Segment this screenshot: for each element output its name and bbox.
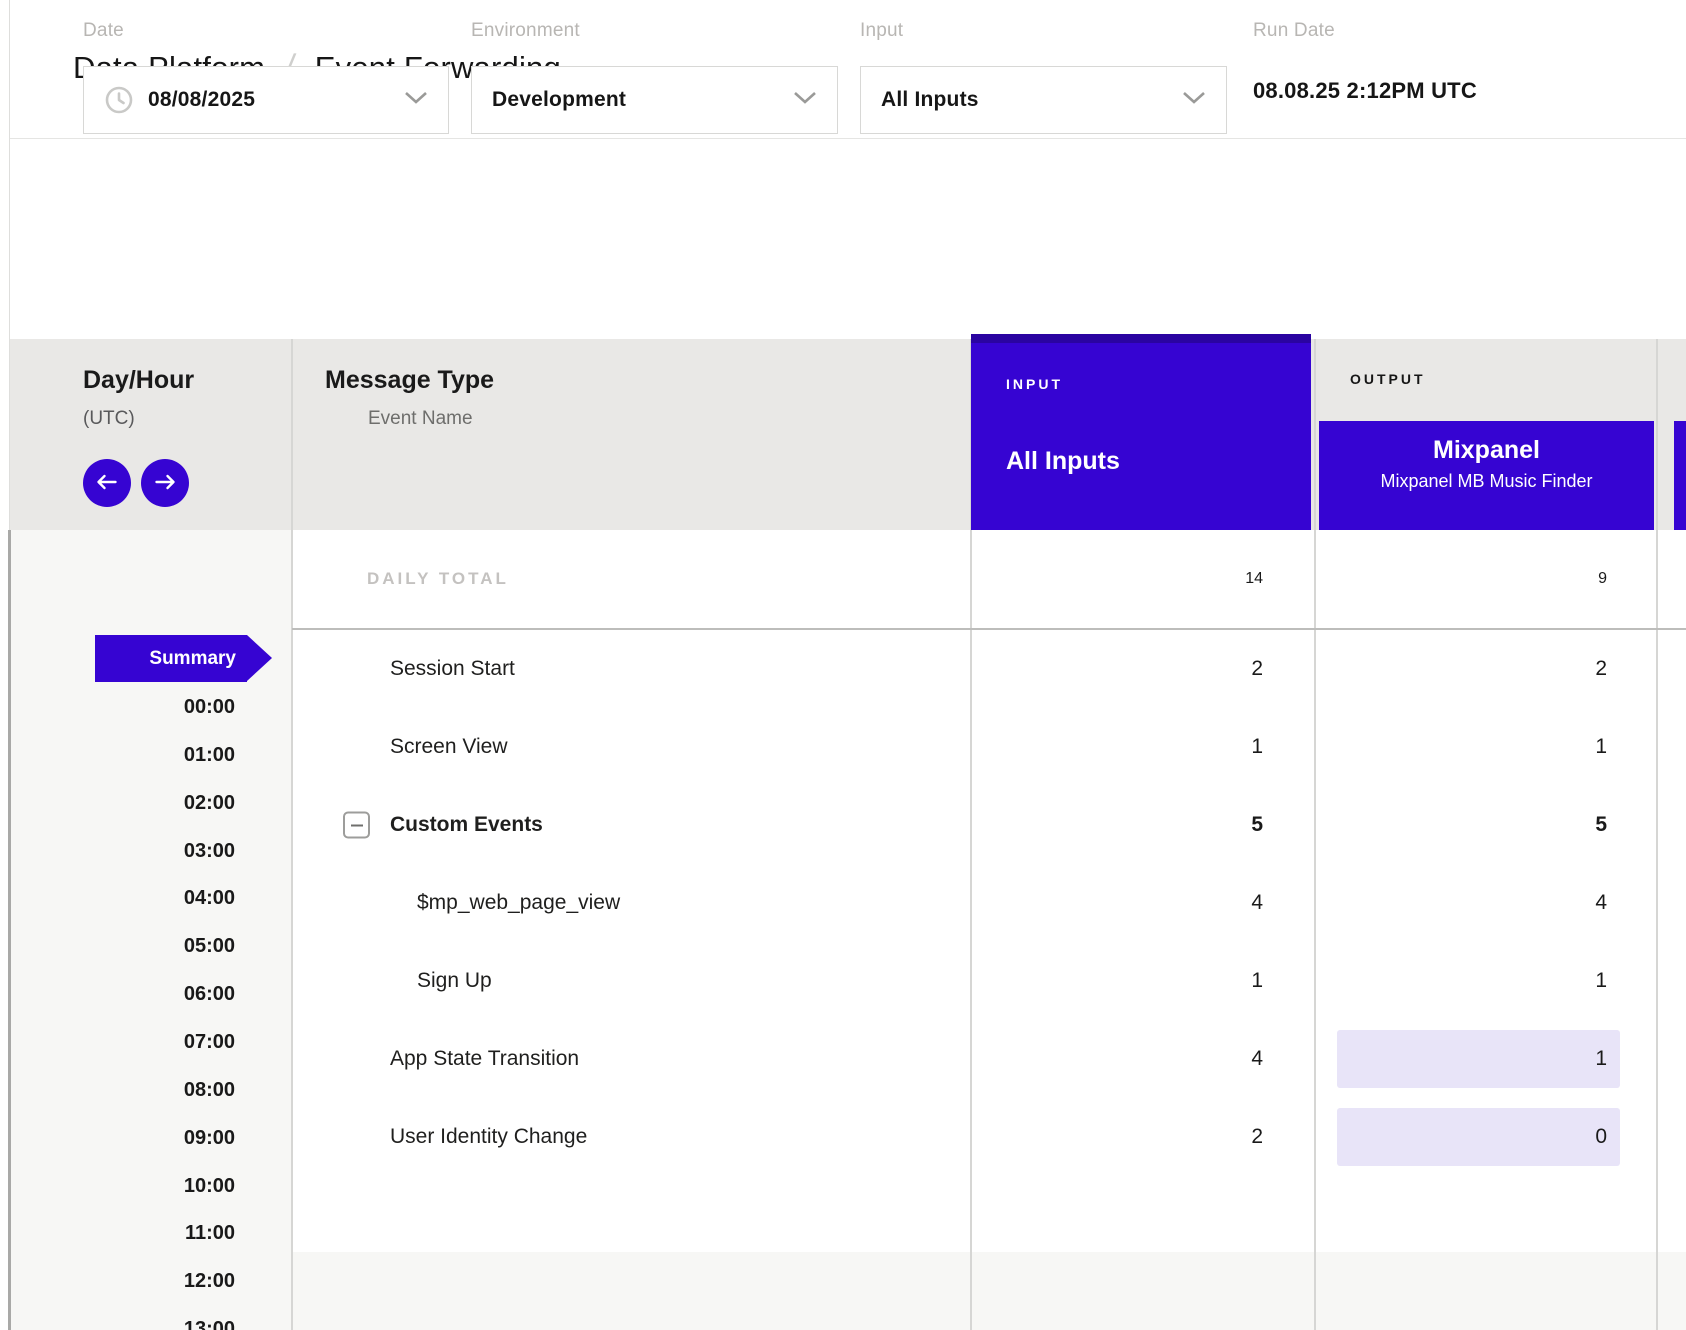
input-column-title: All Inputs <box>1006 447 1120 476</box>
input-filter-label: Input <box>860 20 1227 42</box>
highlighted-count: 1 <box>1337 1030 1620 1088</box>
table-row: Sign Up 11 <box>292 942 1686 1020</box>
event-name-cell: Custom Events <box>292 813 971 837</box>
chevron-down-icon <box>1182 91 1206 109</box>
input-section-label: INPUT <box>1006 376 1063 392</box>
chevron-down-icon <box>793 91 817 109</box>
chevron-down-icon <box>404 91 428 109</box>
day-hour-title: Day/Hour <box>83 366 194 395</box>
daily-total-label: DAILY TOTAL <box>292 569 971 589</box>
date-filter-label: Date <box>83 20 449 42</box>
input-count-cell: 2 <box>971 657 1315 681</box>
output-count-cell: 2 <box>1315 657 1657 681</box>
hour-label[interactable]: 00:00 <box>10 683 235 731</box>
event-name: Custom Events <box>390 813 543 836</box>
environment-value: Development <box>492 88 793 112</box>
timezone-label: (UTC) <box>83 408 135 430</box>
event-name: App State Transition <box>390 1047 579 1070</box>
hour-label[interactable]: 02:00 <box>10 779 235 827</box>
run-date-label: Run Date <box>1253 20 1477 42</box>
event-rows: Session Start22Screen View11Custom Event… <box>292 630 1686 1176</box>
daily-total-output-count: 9 <box>1315 570 1657 588</box>
output-count-cell: 1 <box>1315 735 1657 759</box>
input-count-cell: 4 <box>971 1047 1315 1071</box>
output-count-cell: 1 <box>1315 969 1657 993</box>
date-filter-group: Date 08/08/2025 <box>83 20 449 134</box>
input-filter-group: Input All Inputs <box>860 20 1227 134</box>
collapse-icon[interactable] <box>343 812 370 839</box>
date-value: 08/08/2025 <box>148 88 404 112</box>
hour-label[interactable]: 11:00 <box>10 1209 235 1257</box>
message-type-header: Message Type <box>325 366 494 395</box>
hour-label[interactable]: 01:00 <box>10 731 235 779</box>
event-name-cell: User Identity Change <box>292 1125 971 1149</box>
event-name-cell: $mp_web_page_view <box>292 891 971 915</box>
summary-row-badge[interactable]: Summary <box>95 635 247 682</box>
left-gutter-edge <box>8 530 11 1330</box>
hour-label[interactable]: 04:00 <box>10 874 235 922</box>
output-count-cell: 4 <box>1315 891 1657 915</box>
hour-label[interactable]: 10:00 <box>10 1162 235 1210</box>
mixpanel-column-title: Mixpanel <box>1319 436 1654 465</box>
input-count-cell: 5 <box>971 813 1315 837</box>
event-name-cell: App State Transition <box>292 1047 971 1071</box>
event-name-cell: Screen View <box>292 735 971 759</box>
input-column-header[interactable]: INPUT All Inputs <box>971 334 1311 530</box>
next-day-button[interactable] <box>141 459 189 507</box>
input-count-cell: 1 <box>971 969 1315 993</box>
arrow-right-icon <box>154 474 176 493</box>
input-value: All Inputs <box>881 88 1182 112</box>
hour-label[interactable]: 07:00 <box>10 1018 235 1066</box>
run-date-group: Run Date 08.08.25 2:12PM UTC <box>1253 20 1477 104</box>
event-name: $mp_web_page_view <box>417 891 620 914</box>
next-output-column-sliver <box>1674 421 1686 530</box>
output-section-label: OUTPUT <box>1350 371 1426 387</box>
bottom-band <box>292 1252 1686 1330</box>
table-row: Custom Events 55 <box>292 786 1686 864</box>
filter-bar <box>10 140 1686 339</box>
event-name-header: Event Name <box>368 408 473 430</box>
mixpanel-column-subtitle: Mixpanel MB Music Finder <box>1319 471 1654 492</box>
event-name-cell: Sign Up <box>292 969 971 993</box>
table-row: Screen View 11 <box>292 708 1686 786</box>
minus-glyph <box>351 824 363 826</box>
event-name: Screen View <box>390 735 508 758</box>
arrow-left-icon <box>96 474 118 493</box>
hour-label[interactable]: 12:00 <box>10 1257 235 1305</box>
date-dropdown[interactable]: 08/08/2025 <box>83 66 449 134</box>
event-name-cell: Session Start <box>292 657 971 681</box>
hour-label[interactable]: 09:00 <box>10 1114 235 1162</box>
environment-dropdown[interactable]: Development <box>471 66 838 134</box>
hour-label[interactable]: 03:00 <box>10 827 235 875</box>
hour-label[interactable]: 05:00 <box>10 922 235 970</box>
clock-icon <box>104 85 134 115</box>
event-name: User Identity Change <box>390 1125 587 1148</box>
mixpanel-column-header[interactable]: Mixpanel Mixpanel MB Music Finder <box>1319 421 1654 530</box>
input-dropdown[interactable]: All Inputs <box>860 66 1227 134</box>
hour-label[interactable]: 06:00 <box>10 970 235 1018</box>
daily-total-row: DAILY TOTAL 14 9 <box>292 530 1686 630</box>
highlighted-count: 0 <box>1337 1108 1620 1166</box>
run-date-value: 08.08.25 2:12PM UTC <box>1253 78 1477 104</box>
table-row: Session Start 22 <box>292 630 1686 708</box>
daily-total-input-count: 14 <box>971 570 1315 588</box>
input-count-cell: 4 <box>971 891 1315 915</box>
hour-label[interactable]: 08:00 <box>10 1066 235 1114</box>
table-row: App State Transition 41 <box>292 1020 1686 1098</box>
event-name: Sign Up <box>417 969 492 992</box>
input-count-cell: 1 <box>971 735 1315 759</box>
input-count-cell: 2 <box>971 1125 1315 1149</box>
hour-label[interactable]: 13:00 <box>10 1305 235 1330</box>
summary-label: Summary <box>149 648 236 670</box>
event-forwarding-screen: Data Platform / Event Forwarding Date 08… <box>0 0 1686 1330</box>
table-row: User Identity Change 20 <box>292 1098 1686 1176</box>
environment-filter-group: Environment Development <box>471 20 838 134</box>
environment-filter-label: Environment <box>471 20 838 42</box>
previous-day-button[interactable] <box>83 459 131 507</box>
event-name: Session Start <box>390 657 515 680</box>
table-row: $mp_web_page_view 44 <box>292 864 1686 942</box>
output-count-cell: 5 <box>1315 813 1657 837</box>
